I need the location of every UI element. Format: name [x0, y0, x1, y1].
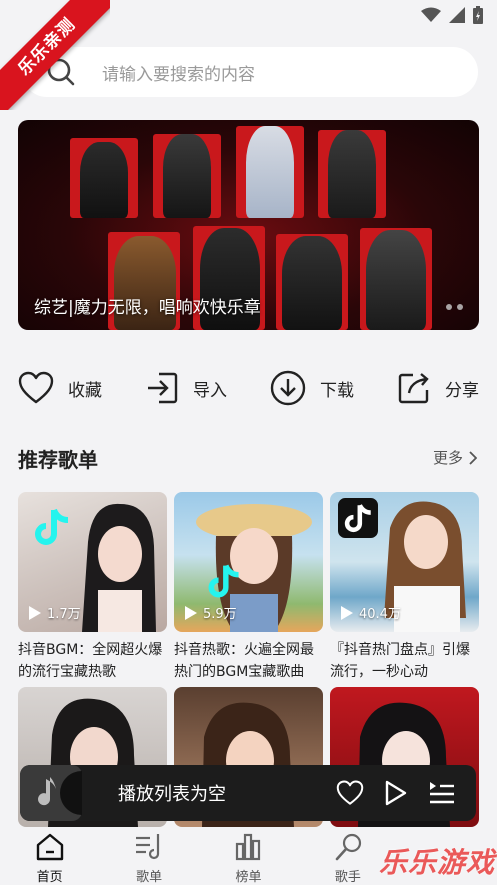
- share-icon: [398, 373, 429, 404]
- play-icon: [385, 780, 407, 806]
- playlist-card[interactable]: 5.9万 抖音热歌：火遍全网最热门的BGM宝藏歌曲: [174, 492, 323, 683]
- player-title: 播放列表为空: [118, 784, 226, 805]
- play-count: 40.4万: [340, 603, 401, 622]
- action-favorite[interactable]: 收藏: [18, 370, 102, 406]
- banner-caption: 综艺|魔力无限，唱响欢快乐章: [34, 298, 261, 318]
- action-import[interactable]: 导入: [145, 370, 227, 406]
- singer-icon: [335, 833, 361, 861]
- battery-icon: [473, 6, 483, 24]
- tab-playlist[interactable]: 歌单: [109, 828, 189, 885]
- player-like-button[interactable]: [336, 780, 364, 806]
- tiktok-icon: [338, 498, 378, 538]
- tiktok-icon: [35, 508, 69, 545]
- cover-person: [82, 503, 156, 632]
- chart-icon: [236, 833, 261, 861]
- import-icon: [148, 372, 178, 404]
- more-link[interactable]: 更多: [433, 447, 477, 468]
- tab-chart[interactable]: 榜单: [208, 828, 288, 885]
- app-screen: { "watermark_corner": "乐乐亲测", "search": …: [0, 0, 497, 885]
- playlist-card[interactable]: 1.7万 抖音BGM：全网超火爆的流行宝藏热歌: [18, 492, 167, 683]
- player-disc[interactable]: [20, 765, 104, 821]
- tab-singer[interactable]: 歌手: [308, 828, 388, 885]
- heart-icon: [18, 371, 54, 404]
- playlist-card[interactable]: 40.4万 『抖音热门盘点』引爆流行，一秒心动: [330, 492, 479, 683]
- home-icon: [36, 833, 63, 861]
- play-icon: [185, 605, 197, 620]
- play-icon: [29, 605, 41, 620]
- play-count: 1.7万: [28, 603, 81, 622]
- search-placeholder[interactable]: 请输入要搜索的内容: [102, 60, 255, 85]
- section-title: 推荐歌单: [18, 448, 98, 472]
- more-label[interactable]: 更多: [433, 447, 463, 468]
- banner-person: [163, 134, 211, 218]
- mini-player[interactable]: 播放列表为空: [20, 765, 476, 821]
- watermark: 乐乐游戏: [378, 846, 495, 879]
- corner-ribbon: 乐乐亲测: [0, 0, 110, 110]
- action-download[interactable]: 下载: [270, 370, 354, 406]
- action-label: 导入: [193, 380, 227, 401]
- tab-home[interactable]: 首页: [10, 828, 90, 885]
- banner-carousel[interactable]: 综艺|魔力无限，唱响欢快乐章: [18, 120, 479, 330]
- play-count: 5.9万: [184, 603, 237, 622]
- action-share[interactable]: 分享: [397, 370, 479, 406]
- playlist-cover[interactable]: 40.4万: [330, 492, 479, 632]
- status-bar: [421, 6, 483, 24]
- action-label: 收藏: [68, 380, 102, 401]
- banner-person: [80, 142, 128, 218]
- quick-actions: 收藏 导入 下载 分享: [18, 370, 479, 406]
- music-note-icon: [20, 765, 104, 821]
- download-icon: [270, 370, 306, 406]
- wifi-icon: [421, 7, 441, 22]
- action-label: 下载: [320, 380, 354, 401]
- signal-icon: [449, 7, 465, 23]
- tiktok-icon: [208, 564, 239, 598]
- playlist-title[interactable]: 抖音热歌：火遍全网最热门的BGM宝藏歌曲: [174, 639, 323, 683]
- ribbon-text: 乐乐亲测: [0, 0, 110, 110]
- playlist-title[interactable]: 抖音BGM：全网超火爆的流行宝藏热歌: [18, 639, 167, 683]
- chevron-right-icon: [469, 450, 477, 465]
- action-label: 分享: [445, 380, 479, 401]
- player-queue-button[interactable]: [428, 780, 456, 806]
- playlist-title[interactable]: 『抖音热门盘点』引爆流行，一秒心动: [330, 639, 479, 683]
- player-play-button[interactable]: [384, 779, 408, 807]
- playlist-cover[interactable]: 5.9万: [174, 492, 323, 632]
- banner-person: [366, 230, 426, 330]
- queue-icon: [430, 782, 454, 804]
- play-icon: [341, 605, 353, 620]
- playlist-cover[interactable]: 1.7万: [18, 492, 167, 632]
- banner-person: [328, 130, 376, 218]
- playlist-icon: [136, 834, 160, 860]
- heart-icon: [336, 780, 364, 805]
- carousel-dots: [446, 304, 463, 310]
- banner-person: [246, 126, 294, 218]
- banner-person: [282, 236, 342, 330]
